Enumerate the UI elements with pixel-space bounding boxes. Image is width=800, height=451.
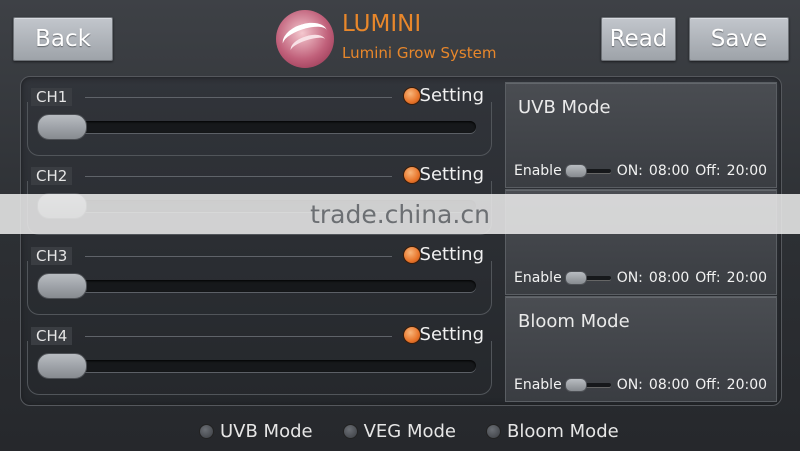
on-time[interactable]: 08:00 [649,270,689,286]
mode-radio-uvb[interactable]: UVB Mode [199,421,313,442]
channel-slider-track[interactable] [37,360,476,372]
divider [85,336,392,337]
on-label: ON: [616,270,643,286]
enable-label: Enable [514,270,562,286]
radio-label: VEG Mode [363,421,457,442]
radio-dot-icon[interactable] [486,424,502,439]
enable-toggle-thumb[interactable] [564,378,587,392]
enable-toggle-thumb[interactable] [564,271,587,285]
mode-schedule-row: Enable ON: 08:00 Off: 20:00 [514,163,767,179]
enable-toggle[interactable] [564,164,611,178]
divider [85,256,392,257]
lumini-logo-icon [276,10,334,68]
off-label: Off: [695,163,721,179]
off-label: Off: [695,270,721,286]
channel-slider-thumb[interactable] [37,273,87,299]
off-label: Off: [695,377,721,393]
radio-dot-icon[interactable] [199,424,214,439]
enable-toggle[interactable] [564,378,611,392]
radio-dot-icon[interactable] [342,424,358,439]
mode-radio-bloom[interactable]: Bloom Mode [486,421,619,442]
on-label: ON: [616,163,643,179]
channel-slider-track[interactable] [37,280,476,292]
channel-slider-track[interactable] [37,121,476,133]
mode-title: Bloom Mode [518,311,630,332]
enable-label: Enable [514,163,562,179]
divider [85,176,392,177]
back-button[interactable]: Back [13,17,113,61]
channel-ch3: CH3 Setting [27,241,492,315]
mode-card-uvb: UVB Mode Enable ON: 08:00 Off: 20:00 [505,82,777,188]
radio-label: Bloom Mode [507,421,619,442]
save-button[interactable]: Save [689,17,789,61]
on-label: ON: [616,377,643,393]
channel-ch1: CH1 Setting [27,82,492,156]
off-time[interactable]: 20:00 [727,163,767,179]
channel-slider-thumb[interactable] [37,353,87,379]
mode-schedule-row: Enable ON: 08:00 Off: 20:00 [514,377,767,393]
channel-ch4: CH4 Setting [27,321,492,395]
radio-label: UVB Mode [220,421,313,442]
enable-toggle[interactable] [564,271,611,285]
enable-label: Enable [514,377,562,393]
channel-slider-thumb[interactable] [37,114,87,140]
on-time[interactable]: 08:00 [649,163,689,179]
enable-toggle-thumb[interactable] [564,164,587,178]
mode-title: UVB Mode [518,97,611,118]
mode-selector: UVB Mode VEG Mode Bloom Mode [199,421,649,442]
mode-schedule-row: Enable ON: 08:00 Off: 20:00 [514,270,767,286]
read-button[interactable]: Read [601,17,676,61]
off-time[interactable]: 20:00 [727,270,767,286]
off-time[interactable]: 20:00 [727,377,767,393]
mode-card-bloom: Bloom Mode Enable ON: 08:00 Off: 20:00 [505,296,777,402]
on-time[interactable]: 08:00 [649,377,689,393]
mode-radio-veg[interactable]: VEG Mode [342,421,457,442]
brand-name: LUMINI [342,11,422,37]
brand-subtitle: Lumini Grow System [342,44,497,62]
watermark-banner: trade.china.cn [0,194,800,234]
divider [85,97,392,98]
